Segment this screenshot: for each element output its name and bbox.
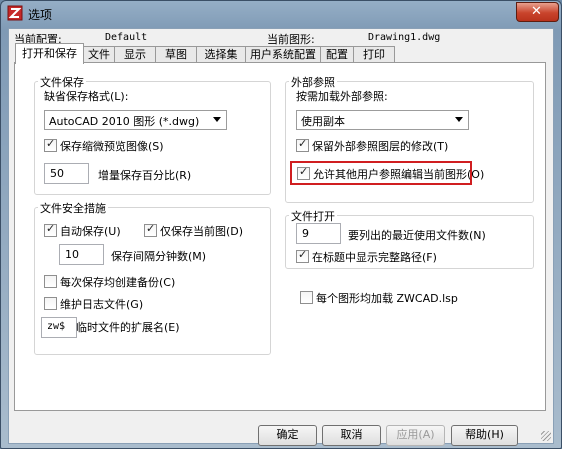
tab-drafting[interactable]: 草图 bbox=[155, 46, 197, 63]
save-interval-value: 10 bbox=[65, 248, 79, 261]
retain-xref-layer-label: 保留外部参照图层的修改(T) bbox=[312, 140, 449, 153]
save-interval-label: 保存间隔分钟数(M) bbox=[111, 250, 207, 263]
file-open-group: 文件打开 9 要列出的最近使用文件数(N) 在标题中显示完整路径(F) bbox=[285, 208, 534, 269]
resize-grip-icon[interactable] bbox=[541, 431, 551, 441]
demand-load-select[interactable]: 使用副本 bbox=[296, 110, 469, 130]
incremental-save-input[interactable]: 50 bbox=[44, 163, 89, 184]
close-icon: ✕ bbox=[531, 4, 542, 19]
file-safety-group: 文件安全措施 自动保存(U) 仅保存当前图(D) 10 保存间隔分钟数(M) 每… bbox=[34, 200, 271, 355]
tab-open-save[interactable]: 打开和保存 bbox=[15, 43, 84, 64]
help-button[interactable]: 帮助(H) bbox=[451, 425, 518, 446]
window-title: 选项 bbox=[28, 8, 53, 22]
current-drawing-label: 当前图形: bbox=[267, 33, 315, 46]
full-path-checkbox[interactable] bbox=[296, 248, 309, 263]
cancel-button[interactable]: 取消 bbox=[322, 425, 381, 446]
demand-load-value: 使用副本 bbox=[301, 115, 345, 128]
log-file-checkbox[interactable] bbox=[44, 297, 57, 310]
ok-button[interactable]: 确定 bbox=[258, 425, 317, 446]
apply-button[interactable]: 应用(A) bbox=[386, 425, 445, 446]
log-file-label: 维护日志文件(G) bbox=[60, 298, 144, 311]
backup-checkbox[interactable] bbox=[44, 275, 57, 288]
load-lsp-checkbox[interactable] bbox=[300, 291, 313, 304]
temp-extension-value: zw$ bbox=[47, 321, 66, 332]
save-current-only-label: 仅保存当前图(D) bbox=[160, 225, 244, 238]
allow-xref-edit-label: 允许其他用户参照编辑当前图形(O) bbox=[313, 168, 485, 181]
recent-files-label: 要列出的最近使用文件数(N) bbox=[348, 229, 486, 242]
app-icon bbox=[7, 5, 23, 21]
chevron-down-icon bbox=[455, 117, 463, 122]
title-bar[interactable]: 选项 ✕ bbox=[1, 1, 561, 25]
thumbnail-checkbox[interactable] bbox=[44, 137, 57, 152]
demand-load-label: 按需加载外部参照: bbox=[296, 90, 388, 103]
open-save-panel: 文件保存 缺省保存格式(L): AutoCAD 2010 图形 (*.dwg) … bbox=[14, 62, 546, 411]
current-profile-value: Default bbox=[105, 32, 148, 43]
tab-files[interactable]: 文件 bbox=[83, 46, 115, 63]
current-drawing-value: Drawing1.dwg bbox=[368, 32, 441, 43]
tab-profiles[interactable]: 配置 bbox=[320, 46, 354, 63]
chevron-down-icon bbox=[213, 117, 221, 122]
incremental-save-label: 增量保存百分比(R) bbox=[98, 169, 192, 182]
full-path-label: 在标题中显示完整路径(F) bbox=[312, 251, 437, 264]
autosave-checkbox[interactable] bbox=[44, 222, 57, 237]
xref-group: 外部参照 按需加载外部参照: 使用副本 保留外部参照图层的修改(T) 允许其他用… bbox=[285, 74, 534, 203]
file-safety-title: 文件安全措施 bbox=[38, 200, 108, 216]
thumbnail-label: 保存缩微预览图像(S) bbox=[60, 140, 164, 153]
tab-user-preferences[interactable]: 用户系统配置 bbox=[245, 46, 321, 63]
save-current-only-checkbox[interactable] bbox=[144, 222, 157, 237]
tab-plot[interactable]: 打印 bbox=[353, 46, 395, 63]
allow-xref-edit-checkbox[interactable] bbox=[297, 165, 310, 180]
temp-extension-input[interactable]: zw$ bbox=[41, 317, 77, 338]
autosave-label: 自动保存(U) bbox=[60, 225, 121, 238]
retain-xref-layer-checkbox[interactable] bbox=[296, 137, 309, 152]
incremental-save-value: 50 bbox=[50, 167, 64, 180]
default-format-label: 缺省保存格式(L): bbox=[44, 90, 129, 103]
options-dialog: 选项 ✕ 当前配置: Default 当前图形: Drawing1.dwg 打开… bbox=[0, 0, 562, 449]
tab-selection[interactable]: 选择集 bbox=[196, 46, 246, 63]
file-open-title: 文件打开 bbox=[289, 208, 337, 224]
temp-extension-label: 临时文件的扩展名(E) bbox=[76, 321, 180, 334]
recent-files-input[interactable]: 9 bbox=[296, 223, 341, 244]
save-interval-input[interactable]: 10 bbox=[59, 244, 104, 265]
default-format-select[interactable]: AutoCAD 2010 图形 (*.dwg) bbox=[44, 110, 227, 130]
tab-display[interactable]: 显示 bbox=[114, 46, 156, 63]
dialog-body: 当前配置: Default 当前图形: Drawing1.dwg 打开和保存 文… bbox=[8, 28, 554, 446]
backup-label: 每次保存均创建备份(C) bbox=[60, 276, 176, 289]
load-lsp-label: 每个图形均加载 ZWCAD.lsp bbox=[316, 292, 458, 305]
file-save-group: 文件保存 缺省保存格式(L): AutoCAD 2010 图形 (*.dwg) … bbox=[34, 74, 271, 195]
default-format-value: AutoCAD 2010 图形 (*.dwg) bbox=[49, 115, 200, 128]
recent-files-value: 9 bbox=[302, 227, 309, 240]
close-button[interactable]: ✕ bbox=[516, 2, 559, 22]
